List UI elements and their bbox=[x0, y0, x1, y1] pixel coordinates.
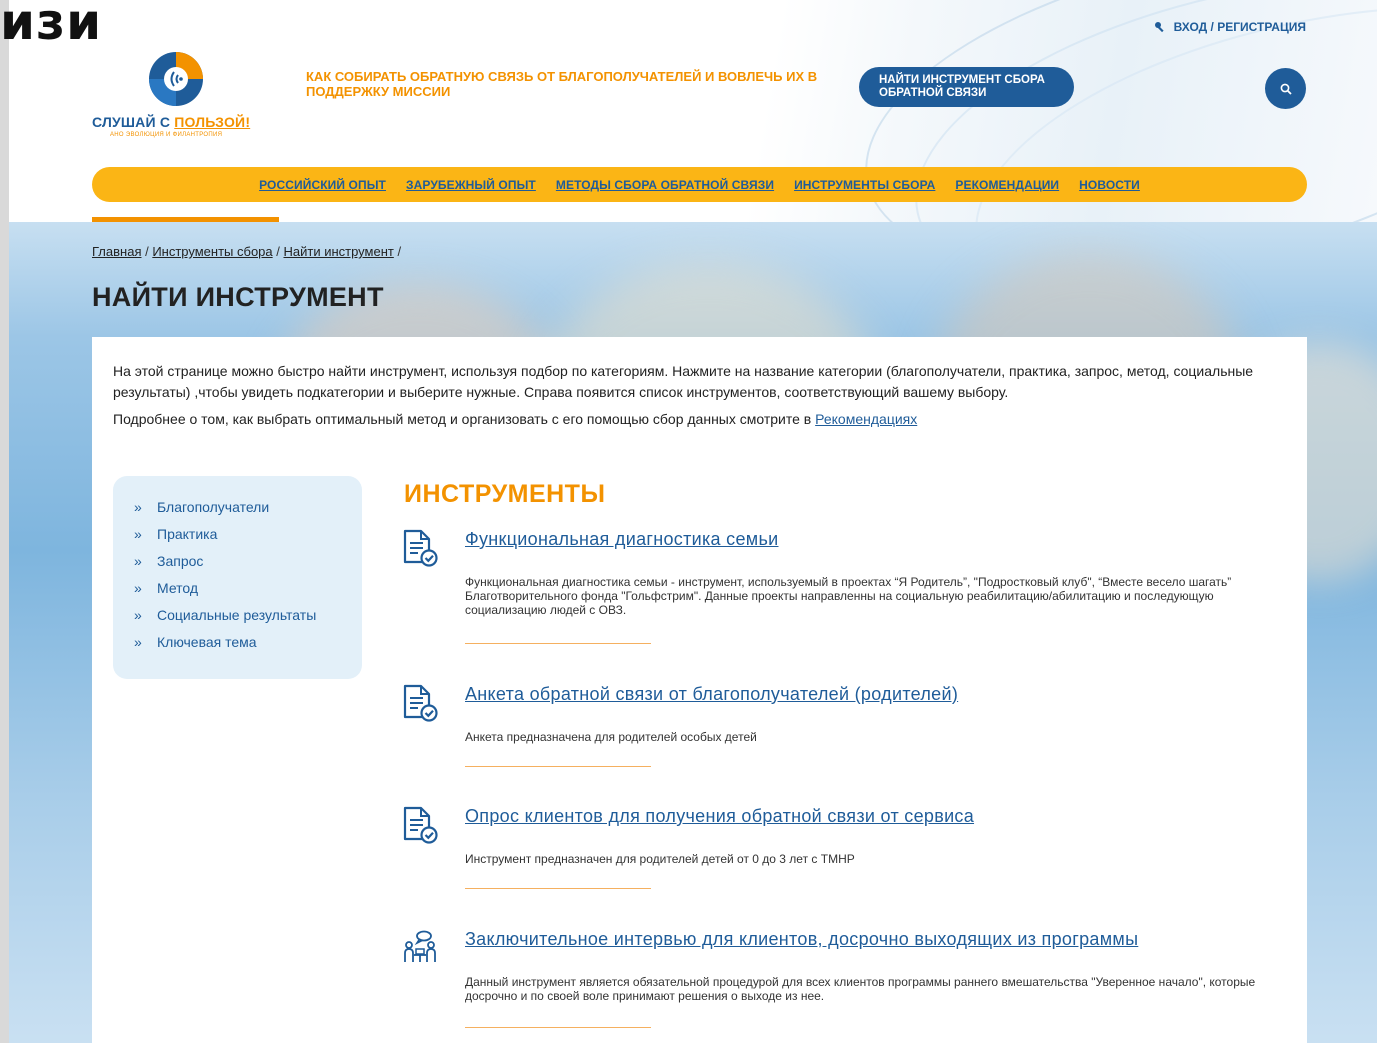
recommendations-link[interactable]: Рекомендациях bbox=[815, 411, 917, 427]
logo-name-part2: ПОЛЬЗОЙ! bbox=[174, 114, 251, 130]
site-tagline: Как собирать обратную связь от благополу… bbox=[306, 69, 818, 99]
search-button[interactable] bbox=[1265, 68, 1306, 109]
page-title: Найти инструмент bbox=[92, 282, 384, 312]
breadcrumb-separator: / bbox=[141, 244, 153, 259]
tool-separator bbox=[465, 1027, 651, 1028]
content-card: На этой странице можно быстро найти инст… bbox=[92, 337, 1307, 1043]
tool-description: Анкета предназначена для родителей особы… bbox=[465, 730, 757, 744]
category-social-results[interactable]: » Социальные результаты bbox=[134, 601, 362, 628]
logo-name-part1: СЛУШАЙ С bbox=[92, 114, 175, 130]
chevron-right-icon: » bbox=[134, 579, 142, 596]
document-check-icon bbox=[403, 806, 438, 844]
chevron-right-icon: » bbox=[134, 606, 142, 623]
chevron-right-icon: » bbox=[134, 525, 142, 542]
search-icon bbox=[1280, 83, 1292, 95]
category-label: Запрос bbox=[157, 552, 204, 569]
tool-item: Анкета обратной связи от благополучателе… bbox=[402, 684, 1282, 774]
breadcrumb-home[interactable]: Главная bbox=[92, 244, 141, 259]
tool-item: Функциональная диагностика семьи Функцио… bbox=[402, 529, 1282, 649]
main-navigation: Российский опыт Зарубежный опыт Методы с… bbox=[92, 167, 1307, 202]
intro-paragraph-2-text: Подробнее о том, как выбрать оптимальный… bbox=[113, 411, 816, 427]
tool-description: Функциональная диагностика семьи - инстр… bbox=[465, 575, 1232, 617]
nav-collection-methods[interactable]: Методы сбора обратной связи bbox=[556, 178, 774, 192]
tool-title-link[interactable]: Опрос клиентов для получения обратной св… bbox=[465, 806, 974, 827]
logo-name: СЛУШАЙ С ПОЛЬЗОЙ! bbox=[92, 114, 250, 130]
find-tool-button[interactable]: Найти инструмент сбора обратной связи bbox=[859, 67, 1074, 107]
breadcrumb-find-tool[interactable]: Найти инструмент bbox=[283, 244, 393, 259]
tool-description: Данный инструмент является обязательной … bbox=[465, 975, 1256, 1003]
login-register-link[interactable]: Вход / Регистрация bbox=[1154, 20, 1306, 34]
tool-description: Инструмент предназначен для родителей де… bbox=[465, 852, 855, 866]
category-label: Ключевая тема bbox=[157, 633, 257, 650]
breadcrumb-tools[interactable]: Инструменты сбора bbox=[152, 244, 272, 259]
breadcrumb-separator: / bbox=[272, 244, 284, 259]
document-check-icon bbox=[403, 684, 438, 722]
window-edge bbox=[0, 0, 9, 1043]
chevron-right-icon: » bbox=[134, 552, 142, 569]
category-key-topic[interactable]: » Ключевая тема bbox=[134, 628, 362, 655]
category-practice[interactable]: » Практика bbox=[134, 520, 362, 547]
intro-paragraph-2: Подробнее о том, как выбрать оптимальный… bbox=[113, 409, 1293, 430]
key-icon bbox=[1154, 21, 1166, 33]
nav-foreign-experience[interactable]: Зарубежный опыт bbox=[406, 178, 536, 192]
tool-title-link[interactable]: Заключительное интервью для клиентов, до… bbox=[465, 929, 1138, 950]
logo-mark-icon bbox=[149, 52, 203, 106]
overlapping-title-fragment: изи bbox=[0, 0, 103, 51]
nav-collection-tools[interactable]: Инструменты сбора bbox=[794, 178, 935, 192]
nav-recommendations[interactable]: Рекомендации bbox=[955, 178, 1059, 192]
login-label: Вход / Регистрация bbox=[1173, 20, 1306, 34]
category-label: Благополучатели bbox=[157, 498, 270, 515]
intro-text: На этой странице можно быстро найти инст… bbox=[113, 361, 1293, 430]
tool-separator bbox=[465, 643, 651, 644]
intro-paragraph-1: На этой странице можно быстро найти инст… bbox=[113, 363, 1254, 400]
category-label: Метод bbox=[157, 579, 199, 596]
interview-icon bbox=[404, 930, 436, 962]
category-filter-panel: » Благополучатели » Практика » Запрос » Мето… bbox=[113, 476, 362, 679]
category-method[interactable]: » Метод bbox=[134, 574, 362, 601]
site-logo[interactable]: СЛУШАЙ С ПОЛЬЗОЙ! АНО ЭВОЛЮЦИЯ И ФИЛАНТР… bbox=[92, 50, 262, 145]
category-label: Практика bbox=[157, 525, 218, 542]
chevron-right-icon: » bbox=[134, 633, 142, 650]
breadcrumb: Главная / Инструменты сбора / Найти инст… bbox=[92, 244, 401, 259]
chevron-right-icon: » bbox=[134, 498, 142, 515]
tool-item: Заключительное интервью для клиентов, до… bbox=[402, 929, 1282, 1039]
logo-subtitle: АНО ЭВОЛЮЦИЯ И ФИЛАНТРОПИЯ bbox=[110, 132, 223, 138]
breadcrumb-separator: / bbox=[393, 244, 402, 259]
category-request[interactable]: » Запрос bbox=[134, 547, 362, 574]
tool-title-link[interactable]: Анкета обратной связи от благополучателе… bbox=[465, 684, 958, 705]
tool-separator bbox=[465, 766, 651, 767]
tools-heading: Инструменты bbox=[404, 480, 606, 508]
category-beneficiaries[interactable]: » Благополучатели bbox=[134, 493, 362, 520]
tool-item: Опрос клиентов для получения обратной св… bbox=[402, 806, 1282, 896]
nav-news[interactable]: Новости bbox=[1079, 178, 1140, 192]
document-check-icon bbox=[403, 529, 438, 567]
nav-russian-experience[interactable]: Российский опыт bbox=[259, 178, 386, 192]
tool-title-link[interactable]: Функциональная диагностика семьи bbox=[465, 529, 779, 550]
category-label: Социальные результаты bbox=[157, 606, 317, 623]
tool-separator bbox=[465, 888, 651, 889]
